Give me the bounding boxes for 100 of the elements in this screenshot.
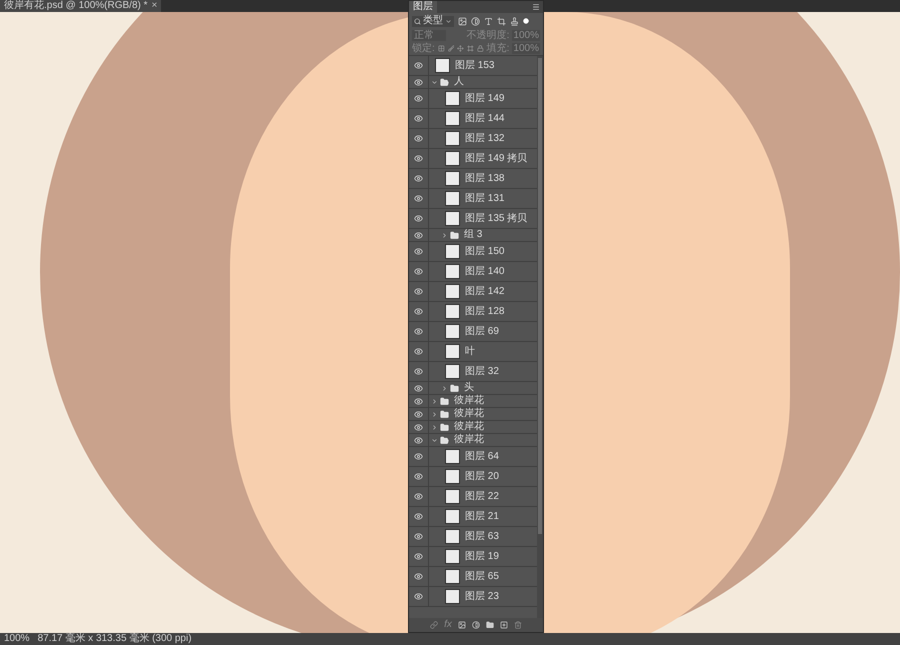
disclosure-caret-icon[interactable] bbox=[431, 398, 438, 404]
layer-name[interactable]: 图层 149 bbox=[465, 94, 504, 104]
layer-thumbnail bbox=[445, 171, 460, 186]
layer-thumbnail bbox=[445, 264, 460, 279]
eye-icon[interactable] bbox=[414, 230, 423, 240]
filter-dropdown[interactable]: 类型 bbox=[412, 16, 454, 26]
pixel-filter-icon[interactable] bbox=[458, 16, 467, 26]
new-group-icon[interactable] bbox=[486, 621, 494, 629]
layer-name[interactable]: 图层 135 拷贝 bbox=[465, 214, 528, 224]
eye-icon[interactable] bbox=[414, 327, 423, 336]
layer-thumbnail bbox=[445, 469, 460, 484]
adjustment-layer-icon[interactable] bbox=[472, 621, 480, 629]
scrollbar-thumb[interactable] bbox=[538, 58, 542, 534]
layer-name[interactable]: 图层 144 bbox=[465, 114, 504, 124]
lock-pixels-icon[interactable] bbox=[448, 45, 454, 52]
disclosure-caret-icon[interactable] bbox=[441, 384, 448, 392]
eye-icon[interactable] bbox=[414, 267, 423, 276]
filter-toggle-icon[interactable] bbox=[523, 18, 529, 24]
eye-icon[interactable] bbox=[414, 307, 423, 316]
eye-icon[interactable] bbox=[414, 214, 423, 223]
layer-name[interactable]: 图层 149 拷贝 bbox=[465, 154, 528, 164]
eye-icon[interactable] bbox=[414, 512, 423, 521]
layer-thumbnail bbox=[445, 211, 460, 226]
eye-icon[interactable] bbox=[414, 174, 423, 183]
eye-icon[interactable] bbox=[414, 472, 423, 481]
disclosure-caret-icon[interactable] bbox=[431, 424, 438, 430]
group-name[interactable]: 彼岸花 bbox=[454, 409, 484, 419]
layer-name[interactable]: 图层 32 bbox=[465, 366, 499, 376]
folder-icon bbox=[440, 410, 449, 418]
link-icon[interactable] bbox=[430, 621, 438, 629]
layer-name[interactable]: 图层 63 bbox=[465, 532, 499, 542]
document-tab[interactable]: 彼岸有花.psd @ 100%(RGB/8) * × bbox=[0, 0, 162, 12]
menu-icon[interactable] bbox=[532, 3, 540, 11]
eye-icon[interactable] bbox=[414, 287, 423, 296]
eye-icon[interactable] bbox=[414, 134, 423, 143]
eye-icon[interactable] bbox=[414, 452, 423, 461]
layer-thumbnail bbox=[445, 489, 460, 504]
eye-icon[interactable] bbox=[414, 78, 423, 86]
zoom-level: 100% bbox=[4, 634, 30, 644]
layer-name[interactable]: 图层 22 bbox=[465, 492, 499, 502]
lock-transparency-icon[interactable] bbox=[438, 45, 445, 52]
group-name[interactable]: 头 bbox=[464, 383, 474, 393]
disclosure-caret-icon[interactable] bbox=[431, 410, 438, 418]
layer-name[interactable]: 图层 128 bbox=[465, 306, 504, 316]
group-name[interactable]: 彼岸花 bbox=[454, 435, 484, 445]
folder-icon bbox=[440, 422, 449, 432]
eye-icon[interactable] bbox=[414, 422, 423, 432]
eye-icon[interactable] bbox=[414, 114, 423, 123]
eye-icon[interactable] bbox=[414, 492, 423, 501]
eye-icon[interactable] bbox=[414, 347, 423, 356]
layer-name[interactable]: 图层 131 bbox=[465, 194, 504, 204]
eye-icon[interactable] bbox=[414, 247, 423, 256]
eye-icon[interactable] bbox=[414, 592, 423, 601]
layer-name[interactable]: 图层 153 bbox=[455, 60, 494, 70]
lock-position-icon[interactable] bbox=[457, 45, 464, 52]
layer-name[interactable]: 图层 65 bbox=[465, 572, 499, 582]
layer-thumbnail bbox=[445, 344, 460, 359]
layer-name[interactable]: 图层 138 bbox=[465, 174, 504, 184]
disclosure-caret-icon[interactable] bbox=[441, 232, 448, 238]
close-tab-button[interactable]: × bbox=[152, 1, 158, 11]
layer-thumbnail bbox=[445, 509, 460, 524]
layer-thumbnail bbox=[445, 364, 460, 379]
adjustment-filter-icon[interactable] bbox=[471, 16, 480, 26]
lock-all-icon[interactable] bbox=[476, 45, 484, 52]
layer-name[interactable]: 图层 19 bbox=[465, 552, 499, 562]
disclosure-caret-icon[interactable] bbox=[431, 436, 438, 444]
new-layer-icon[interactable] bbox=[500, 621, 508, 629]
eye-icon[interactable] bbox=[414, 194, 423, 203]
layer-name[interactable]: 图层 21 bbox=[465, 512, 499, 522]
eye-icon[interactable] bbox=[414, 367, 423, 376]
group-name[interactable]: 组 3 bbox=[464, 230, 482, 240]
layer-name[interactable]: 图层 69 bbox=[465, 326, 499, 336]
layer-name[interactable]: 图层 150 bbox=[465, 246, 504, 256]
layer-name[interactable]: 图层 132 bbox=[465, 134, 504, 144]
eye-icon[interactable] bbox=[414, 552, 423, 561]
trash-icon[interactable] bbox=[514, 621, 522, 629]
group-name[interactable]: 彼岸花 bbox=[454, 422, 484, 432]
layer-thumbnail bbox=[445, 91, 460, 106]
layer-thumbnail bbox=[445, 324, 460, 339]
eye-icon[interactable] bbox=[414, 572, 423, 581]
eye-icon[interactable] bbox=[414, 532, 423, 541]
layer-name[interactable]: 图层 142 bbox=[465, 286, 504, 296]
layer-name[interactable]: 叶 bbox=[465, 346, 475, 356]
type-filter-icon[interactable] bbox=[484, 16, 493, 26]
layers-tab[interactable]: 图层 bbox=[409, 1, 437, 13]
eye-icon[interactable] bbox=[414, 61, 423, 70]
group-name[interactable]: 人 bbox=[454, 77, 464, 87]
layer-name[interactable]: 图层 64 bbox=[465, 452, 499, 462]
eye-icon[interactable] bbox=[414, 384, 423, 392]
eye-icon[interactable] bbox=[414, 410, 423, 418]
eye-icon[interactable] bbox=[414, 154, 423, 163]
layer-name[interactable]: 图层 140 bbox=[465, 266, 504, 276]
layer-name[interactable]: 图层 20 bbox=[465, 472, 499, 482]
eye-icon[interactable] bbox=[414, 436, 423, 444]
disclosure-caret-icon[interactable] bbox=[431, 78, 438, 86]
group-name[interactable]: 彼岸花 bbox=[454, 396, 484, 406]
eye-icon[interactable] bbox=[414, 94, 423, 103]
layer-thumbnail bbox=[445, 244, 460, 259]
layer-name[interactable]: 图层 23 bbox=[465, 592, 499, 602]
eye-icon[interactable] bbox=[414, 396, 423, 406]
